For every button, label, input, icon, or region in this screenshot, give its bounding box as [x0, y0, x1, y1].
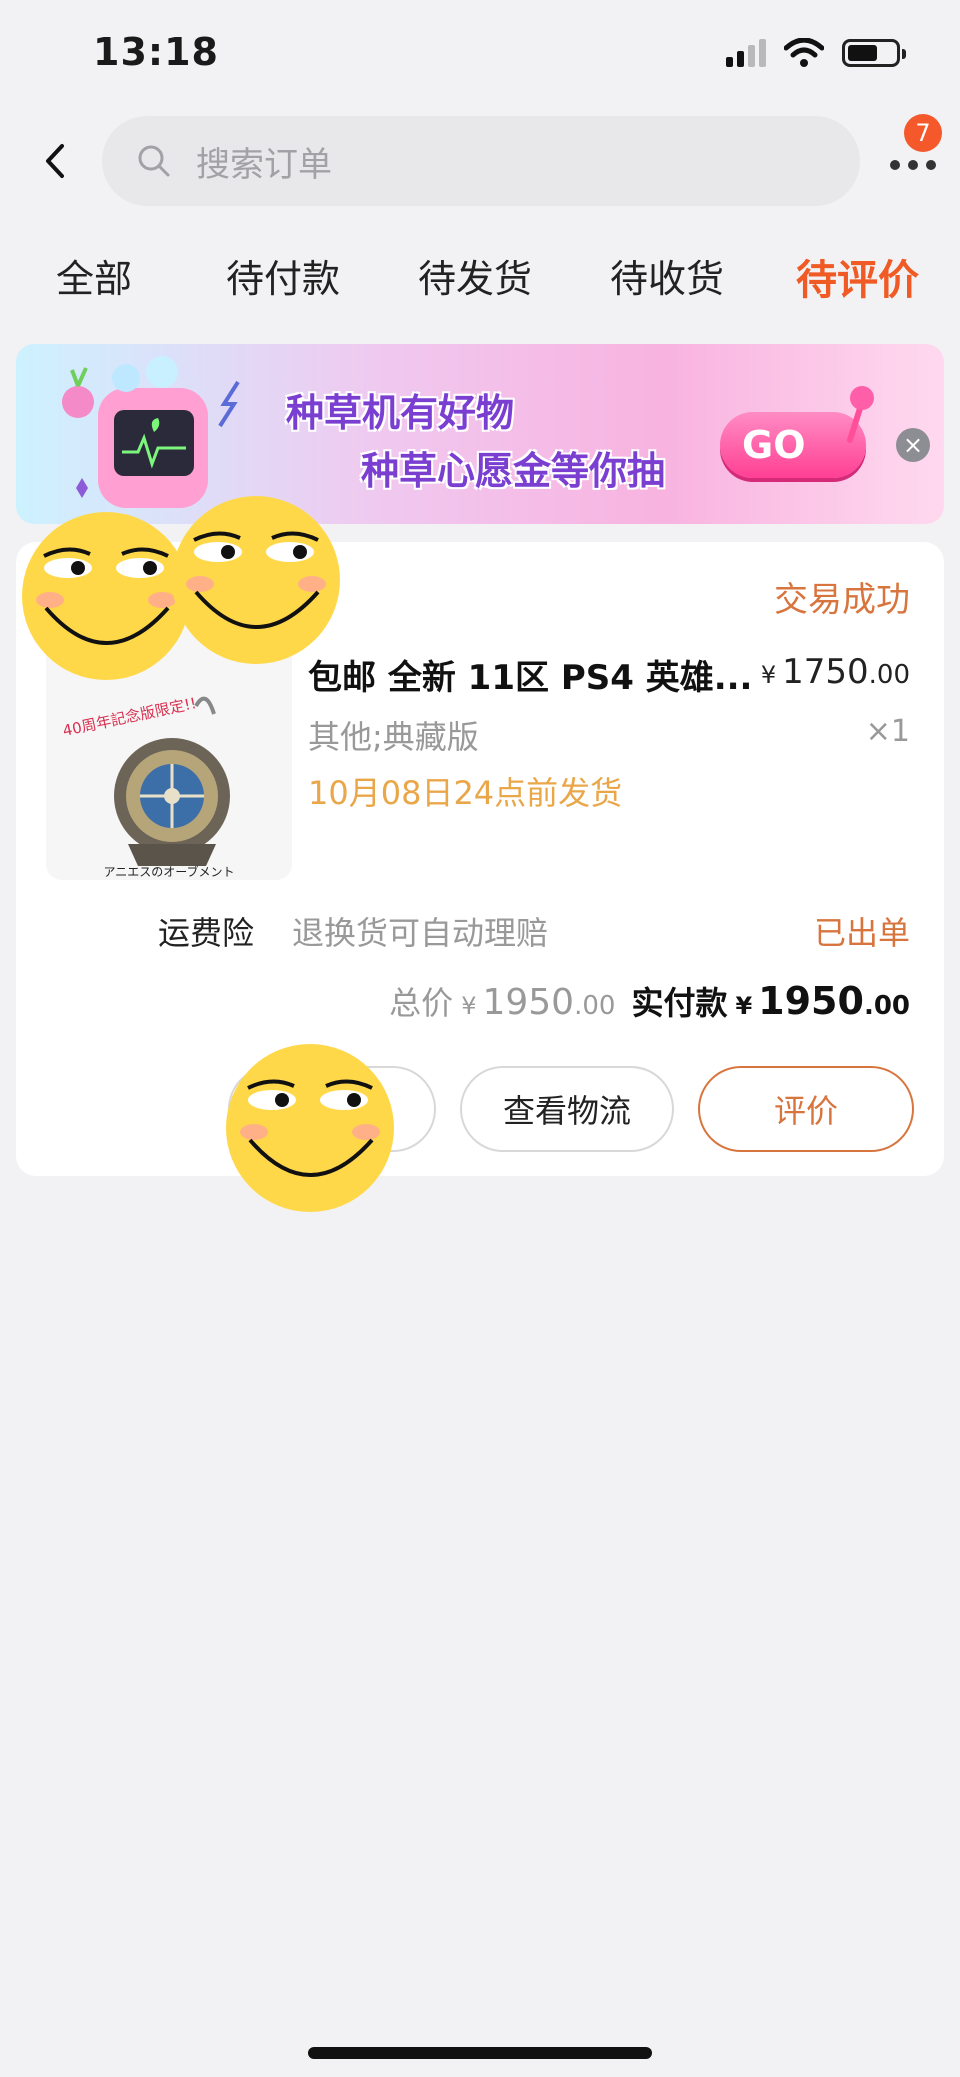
total-label: 总价: [389, 984, 454, 1022]
joystick-icon: [847, 386, 874, 443]
smirk-emoji-sticker-3: [222, 1040, 398, 1216]
more-dots-icon: [890, 160, 936, 170]
promo-banner[interactable]: 种草机有好物 种草心愿金等你抽 GO ×: [16, 344, 944, 524]
battery-icon: [842, 39, 906, 67]
view-logistics-button[interactable]: 查看物流: [460, 1066, 674, 1152]
paid-decimal: .00: [863, 991, 910, 1021]
review-button[interactable]: 评价: [698, 1066, 914, 1152]
insurance-label: 运费险: [158, 914, 255, 952]
insurance-description: 退换货可自动理赔: [292, 914, 549, 952]
paid-integer: 1950: [758, 979, 864, 1023]
total-decimal: .00: [574, 991, 616, 1021]
total-currency: ¥: [461, 992, 477, 1020]
smirk-emoji-icon: [226, 1044, 394, 1212]
message-count-badge: 7: [904, 114, 942, 152]
price-decimal: .00: [868, 660, 910, 690]
chevron-left-icon: [46, 144, 64, 178]
shipping-deadline: 10月08日24点前发货: [308, 774, 623, 812]
search-input[interactable]: 搜索订单: [102, 116, 860, 206]
status-bar: 13:18: [0, 0, 960, 110]
banner-headline: 种草机有好物: [286, 391, 515, 435]
tab-pending-payment[interactable]: 待付款: [226, 248, 340, 303]
search-placeholder: 搜索订单: [196, 144, 332, 185]
more-menu-button[interactable]: 7: [884, 114, 944, 180]
back-button[interactable]: [36, 138, 76, 184]
smirk-emoji-sticker-2: [168, 492, 344, 668]
order-totals: 总价 ¥ 1950 .00 实付款 ¥ 1950 .00: [389, 978, 910, 1024]
wifi-icon: [784, 38, 824, 67]
product-price: ¥1750.00: [761, 652, 910, 692]
svg-text:アニエスのオーブメント: アニエスのオーブメント: [103, 864, 234, 879]
tab-pending-shipment[interactable]: 待发货: [418, 248, 532, 303]
status-time: 13:18: [93, 30, 219, 74]
signal-icon: [726, 39, 766, 67]
paid-label: 实付款: [631, 984, 728, 1022]
insurance-status[interactable]: 已出单: [814, 908, 910, 954]
status-icons: [726, 38, 906, 68]
banner-subline: 种草心愿金等你抽: [361, 449, 666, 493]
tab-pending-receipt[interactable]: 待收货: [610, 248, 724, 303]
total-integer: 1950: [482, 982, 575, 1023]
home-indicator[interactable]: [308, 2047, 652, 2059]
paid-currency: ¥: [735, 992, 753, 1020]
product-title[interactable]: 包邮 全新 11区 PS4 英雄...: [308, 650, 752, 699]
price-currency: ¥: [760, 661, 777, 689]
tab-pending-review[interactable]: 待评价: [796, 246, 919, 306]
product-spec: 其他;典藏版: [308, 718, 479, 756]
order-status: 交易成功: [774, 580, 910, 620]
order-tabs: 全部 待付款 待发货 待收货 待评价: [0, 248, 960, 308]
smirk-emoji-icon: [172, 496, 340, 664]
search-icon: [138, 145, 170, 177]
product-quantity: ×1: [865, 714, 910, 749]
price-integer: 1750: [782, 652, 869, 692]
banner-close-button[interactable]: ×: [896, 428, 930, 462]
tab-all[interactable]: 全部: [56, 248, 132, 303]
